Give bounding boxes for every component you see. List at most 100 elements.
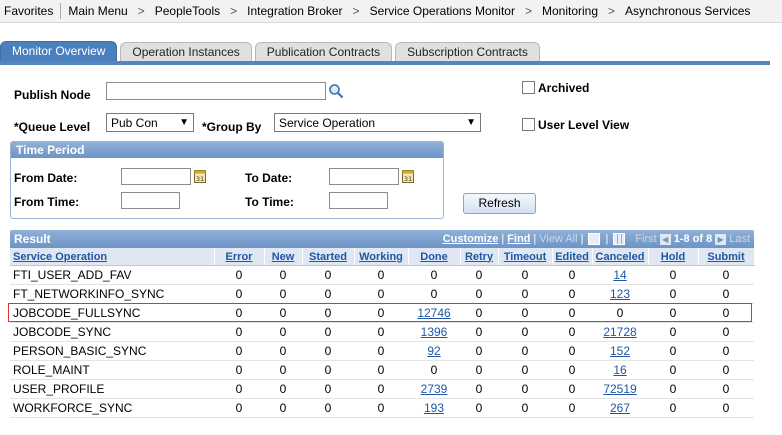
breadcrumb-monitoring[interactable]: Monitoring [538, 4, 602, 18]
column-header-timeout[interactable]: Timeout [498, 248, 553, 266]
table-cell: 0 [592, 303, 648, 323]
archived-checkbox[interactable] [522, 81, 535, 94]
table-cell: 123 [592, 284, 648, 304]
chevron-right-icon: > [137, 4, 145, 18]
table-cell: 0 [354, 360, 408, 380]
count-link[interactable]: 123 [610, 287, 630, 301]
from-time-label: From Time: [14, 195, 80, 209]
table-cell: 0 [498, 265, 552, 285]
breadcrumb-favorites[interactable]: Favorites [0, 4, 57, 18]
queue-level-select[interactable]: Pub Con ▼ [106, 113, 194, 132]
result-grid: Result Customize | Find | View All | | F… [10, 230, 755, 418]
count-link[interactable]: 72519 [603, 382, 636, 396]
count-link[interactable]: 14 [613, 268, 626, 282]
column-header-canceled[interactable]: Canceled [592, 248, 649, 266]
column-header-working[interactable]: Working [354, 248, 409, 266]
to-date-input[interactable] [329, 168, 399, 185]
column-header-edited[interactable]: Edited [552, 248, 593, 266]
table-cell: 0 [460, 379, 498, 399]
first-link[interactable]: First [635, 233, 656, 245]
breadcrumb-integration-broker[interactable]: Integration Broker [243, 4, 346, 18]
table-header-row: Service Operation Error New Started Working D… [10, 248, 755, 266]
from-time-input[interactable] [121, 192, 180, 209]
breadcrumb-service-operations-monitor[interactable]: Service Operations Monitor [366, 4, 519, 18]
refresh-button[interactable]: Refresh [463, 193, 536, 214]
last-link[interactable]: Last [729, 233, 750, 245]
arrow-right-icon[interactable]: ▶ [715, 233, 727, 245]
count-link[interactable]: 267 [610, 401, 630, 415]
table-row: JOBCODE_SYNC 0 0 0 0 1396 0 0 0 21728 0 0 [10, 322, 754, 342]
table-cell: 0 [408, 265, 460, 285]
table-cell: 14 [592, 265, 648, 285]
tab-underline [0, 61, 770, 65]
nav-separator: | [501, 233, 505, 245]
column-header-retry[interactable]: Retry [460, 248, 499, 266]
table-cell: 0 [460, 322, 498, 342]
table-cell: 0 [648, 265, 698, 285]
tab-monitor-overview[interactable]: Monitor Overview [0, 41, 118, 61]
table-cell: 0 [698, 341, 754, 361]
table-cell: 0 [698, 303, 754, 323]
column-header-new[interactable]: New [264, 248, 303, 266]
calendar-icon[interactable]: 31 [194, 169, 206, 186]
table-cell: 0 [214, 360, 264, 380]
service-operation-cell: WORKFORCE_SYNC [10, 398, 214, 418]
view-all-link[interactable]: View All [539, 233, 577, 245]
from-date-label: From Date: [14, 171, 78, 185]
column-header-started[interactable]: Started [302, 248, 355, 266]
table-cell: 0 [460, 303, 498, 323]
tab-publication-contracts[interactable]: Publication Contracts [254, 42, 393, 61]
group-by-select[interactable]: Service Operation ▼ [274, 113, 481, 132]
tab-operation-instances[interactable]: Operation Instances [120, 42, 252, 61]
customize-link[interactable]: Customize [443, 233, 499, 245]
column-header-done[interactable]: Done [408, 248, 461, 266]
chevron-down-icon: ▼ [179, 117, 189, 128]
column-header-service-operation[interactable]: Service Operation [10, 248, 215, 266]
breadcrumb-main-menu[interactable]: Main Menu [64, 4, 131, 18]
table-cell: 0 [552, 379, 592, 399]
table-cell: 0 [354, 322, 408, 342]
count-link[interactable]: 2739 [421, 382, 448, 396]
calendar-icon[interactable]: 31 [402, 169, 414, 186]
magnifier-icon[interactable] [328, 83, 344, 102]
count-link[interactable]: 152 [610, 344, 630, 358]
arrow-left-icon[interactable]: ◀ [659, 233, 671, 245]
download-icon[interactable] [588, 233, 601, 245]
count-link[interactable]: 193 [424, 401, 444, 415]
tab-subscription-contracts[interactable]: Subscription Contracts [395, 42, 540, 61]
user-level-view-checkbox[interactable] [522, 118, 535, 131]
table-cell: 0 [698, 379, 754, 399]
svg-text:31: 31 [404, 175, 412, 183]
breadcrumb-peopletools[interactable]: PeopleTools [151, 4, 224, 18]
table-cell: 0 [302, 341, 354, 361]
table-cell: 152 [592, 341, 648, 361]
grid-view-icon[interactable] [613, 233, 626, 245]
svg-text:31: 31 [196, 175, 204, 183]
table-cell: 0 [264, 360, 302, 380]
column-header-error[interactable]: Error [214, 248, 265, 266]
table-cell: 2739 [408, 379, 460, 399]
count-link[interactable]: 1396 [421, 325, 448, 339]
count-link[interactable]: 12746 [417, 306, 450, 320]
from-date-input[interactable] [121, 168, 191, 185]
column-header-submit[interactable]: Submit [698, 248, 755, 266]
table-cell: 0 [498, 341, 552, 361]
count-link[interactable]: 92 [427, 344, 440, 358]
table-cell: 92 [408, 341, 460, 361]
publish-node-input[interactable] [106, 82, 326, 100]
tab-strip: Monitor Overview Operation Instances Pub… [0, 41, 543, 61]
count-link[interactable]: 21728 [603, 325, 636, 339]
count-link[interactable]: 16 [613, 363, 626, 377]
archived-label: Archived [538, 81, 590, 95]
breadcrumb-asynchronous-services[interactable]: Asynchronous Services [621, 4, 754, 18]
column-header-hold[interactable]: Hold [648, 248, 699, 266]
publish-node-label: Publish Node [14, 88, 91, 102]
table-row: FT_NETWORKINFO_SYNC 0 0 0 0 0 0 0 0 123 0 0 [10, 284, 754, 304]
group-by-label: *Group By [202, 120, 262, 134]
table-cell: 0 [648, 284, 698, 304]
find-link[interactable]: Find [507, 233, 530, 245]
table-cell: 0 [354, 398, 408, 418]
to-time-input[interactable] [329, 192, 388, 209]
table-cell: 0 [552, 265, 592, 285]
table-cell: 0 [302, 398, 354, 418]
